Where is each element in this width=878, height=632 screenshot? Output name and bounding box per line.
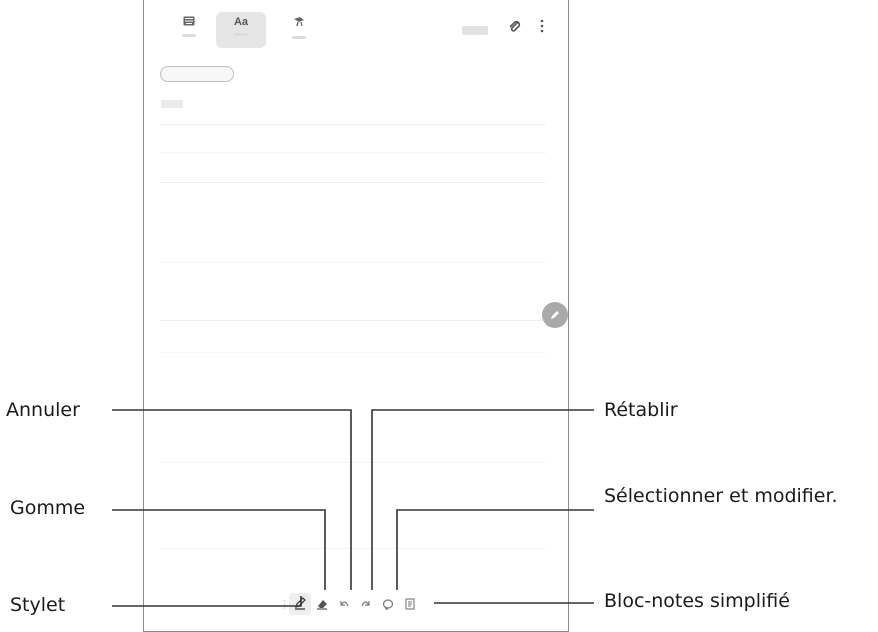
brush-mode-label <box>292 36 306 39</box>
text-mode-label <box>234 33 248 36</box>
callout-annuler: Annuler <box>6 399 80 421</box>
undo-icon[interactable] <box>333 593 355 615</box>
writing-pad-icon[interactable] <box>399 593 421 615</box>
callout-gomme: Gomme <box>10 497 86 519</box>
keyboard-mode-label <box>182 34 196 37</box>
note-line <box>160 352 546 353</box>
lasso-icon[interactable] <box>377 593 399 615</box>
eraser-icon[interactable] <box>311 593 333 615</box>
note-line <box>160 182 546 183</box>
note-title-field[interactable] <box>161 100 183 108</box>
callout-bloc-notes: Bloc-notes simplifié <box>604 590 790 612</box>
brush-mode-tab[interactable] <box>274 12 324 48</box>
note-top-toolbar: Aa <box>144 0 568 48</box>
callout-selectionner: Sélectionner et modifier. <box>604 485 838 507</box>
drag-handle-icon[interactable]: ⋮ <box>279 598 290 611</box>
note-line <box>160 152 546 153</box>
text-mode-tab[interactable]: Aa <box>216 12 266 48</box>
note-line <box>160 548 546 549</box>
device-screen: Aa ⋮ <box>143 0 569 632</box>
note-divider <box>160 124 546 125</box>
more-vertical-icon[interactable] <box>540 19 544 36</box>
pen-fab-button[interactable] <box>542 302 568 328</box>
paperclip-icon[interactable] <box>508 20 522 37</box>
text-mode-icon: Aa <box>233 16 249 28</box>
save-button[interactable] <box>462 26 488 35</box>
note-line <box>160 320 546 321</box>
keyboard-icon <box>183 16 195 29</box>
brush-icon <box>292 16 306 31</box>
pen-icon <box>551 311 559 319</box>
note-line <box>160 462 546 463</box>
callout-retablir: Rétablir <box>604 399 678 421</box>
pen-icon[interactable] <box>289 593 311 615</box>
category-chip[interactable] <box>160 66 234 82</box>
pen-toolbar: ⋮ <box>279 592 443 616</box>
keyboard-mode-tab[interactable] <box>164 12 214 48</box>
note-line <box>160 262 546 263</box>
callout-stylet: Stylet <box>10 594 66 616</box>
redo-icon[interactable] <box>355 593 377 615</box>
